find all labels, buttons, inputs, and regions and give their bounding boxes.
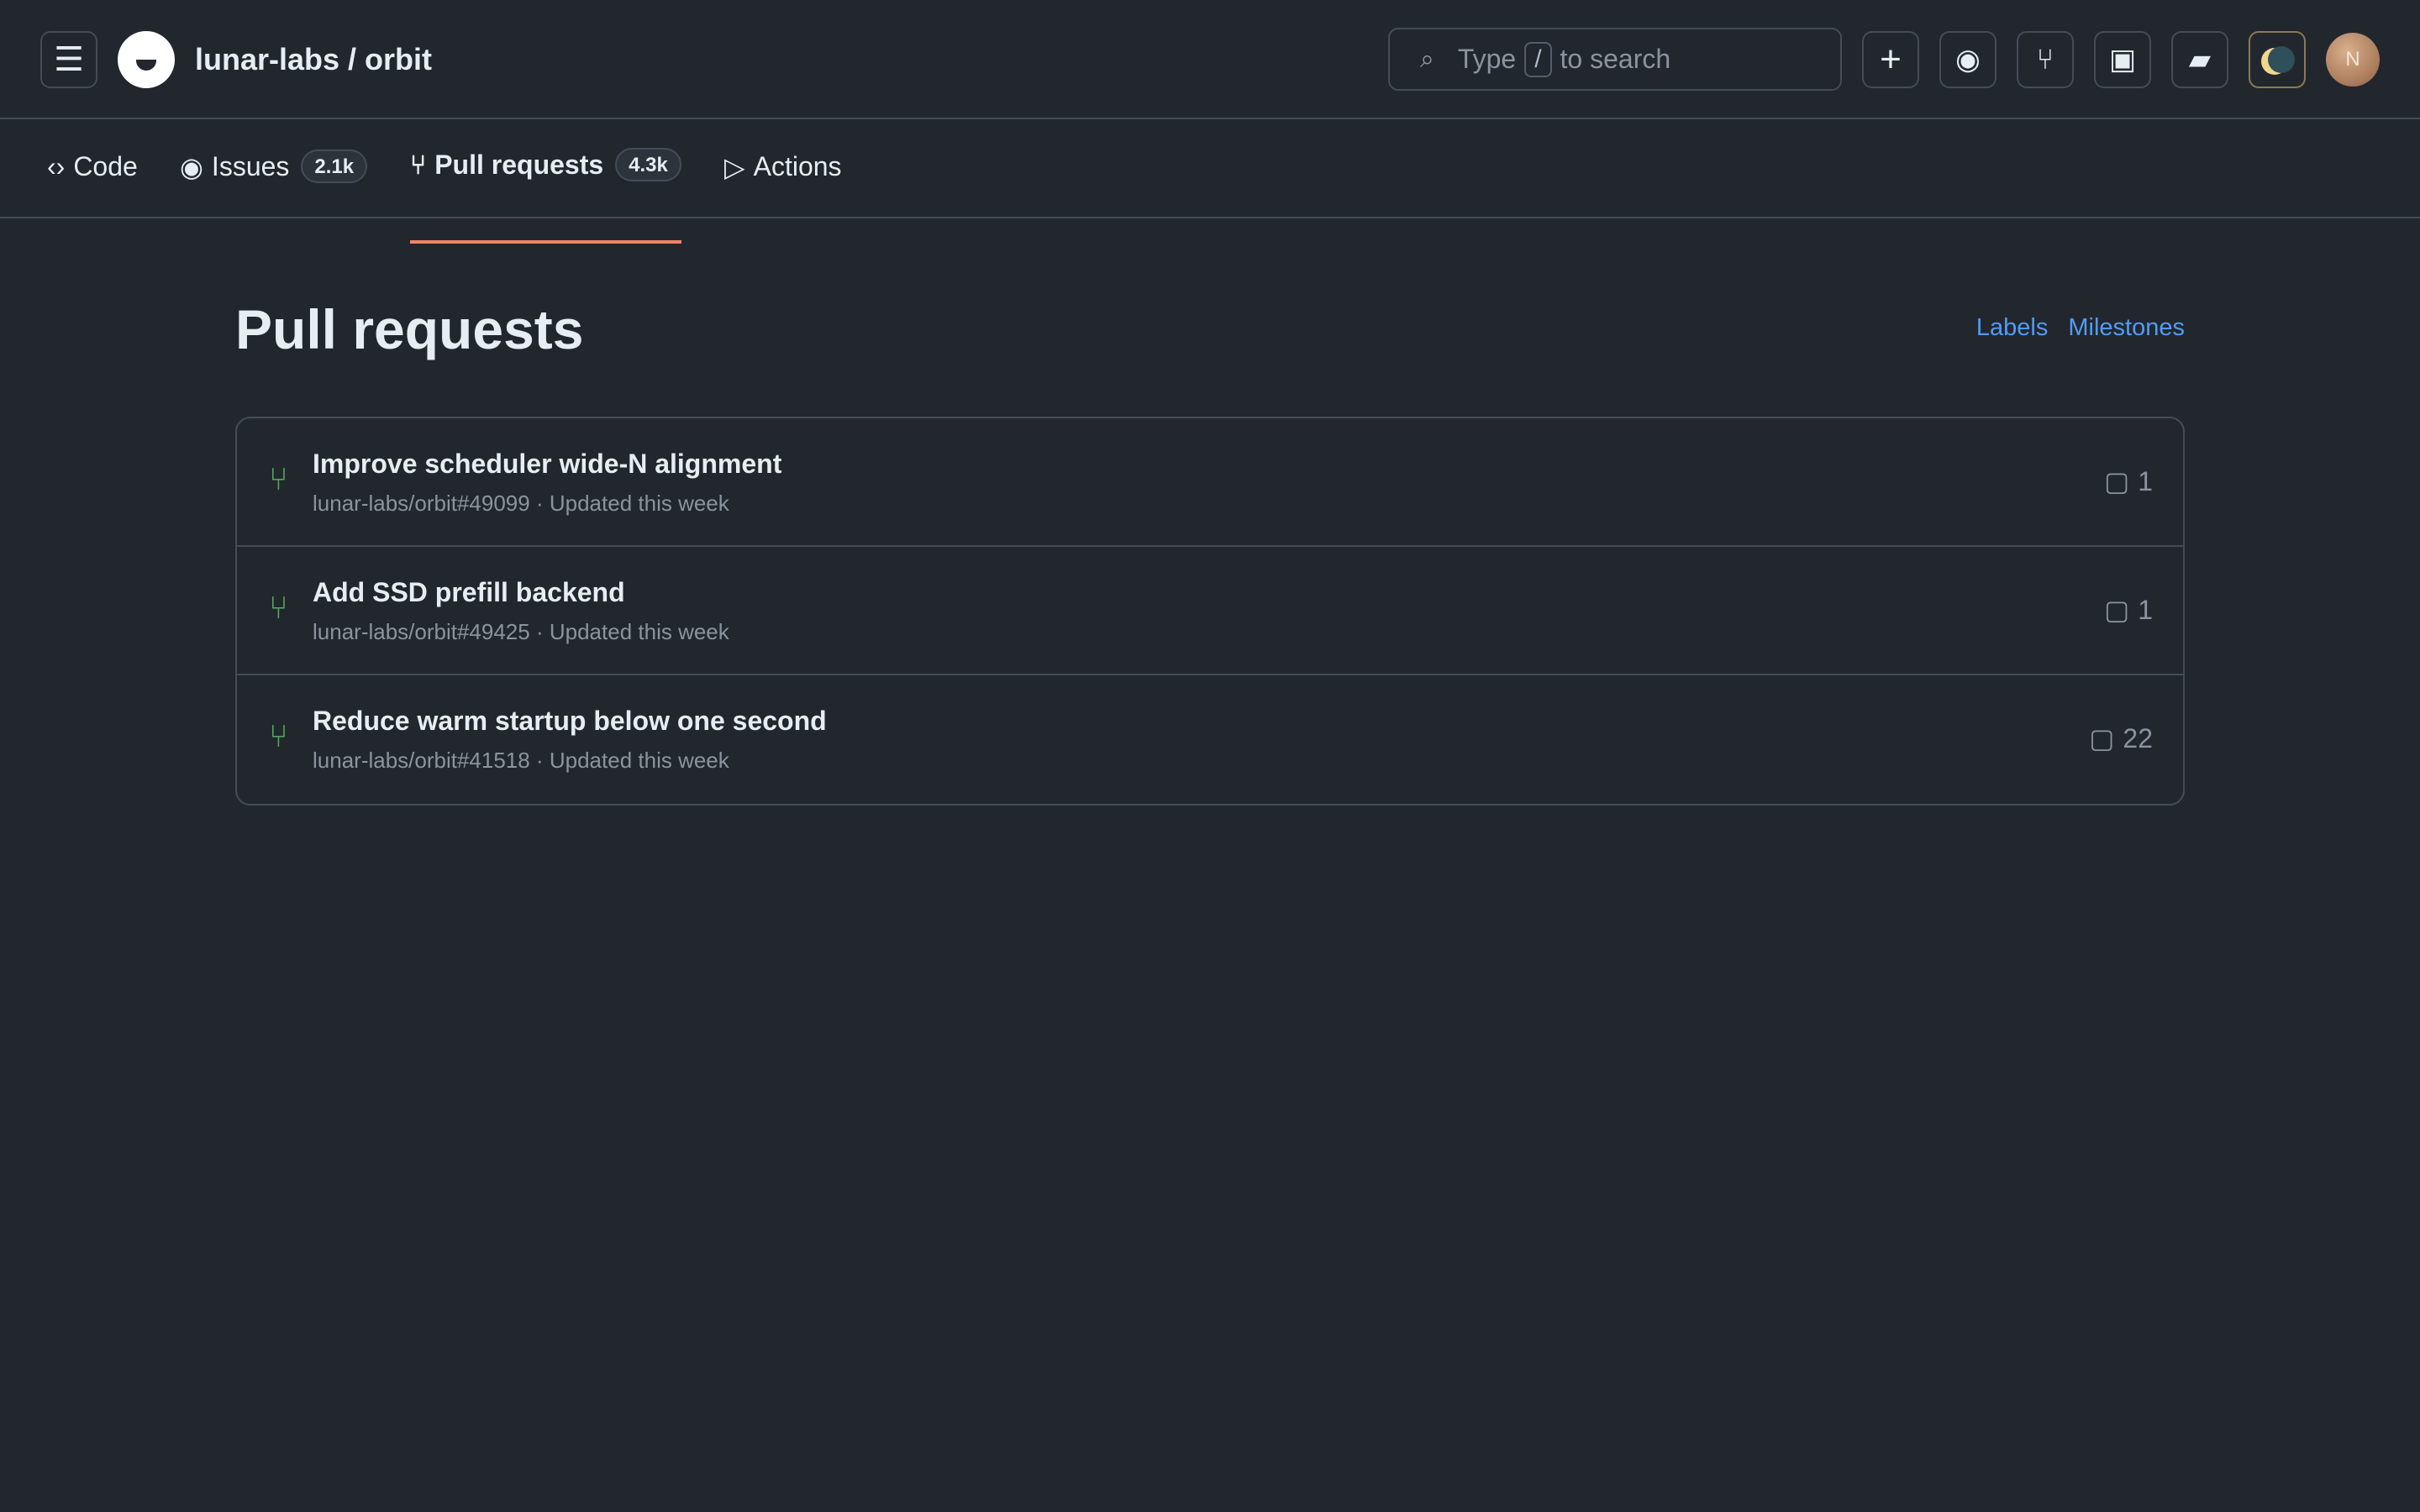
tab-issues-label: Issues xyxy=(211,151,290,181)
search-suffix: to search xyxy=(1560,44,1671,74)
meta-separator: · xyxy=(535,619,550,644)
copilot-button[interactable]: ▣ xyxy=(2094,31,2151,88)
tab-actions[interactable]: ▷ Actions xyxy=(724,151,842,218)
pull-request-open-icon: ⑂ xyxy=(269,591,288,626)
pull-requests-counter: 4.3k xyxy=(615,148,681,181)
comment-count-value: 1 xyxy=(2138,594,2153,625)
copilot-icon: ▣ xyxy=(2108,44,2137,76)
meta-separator: · xyxy=(535,491,550,516)
pull-request-title[interactable]: Add SSD prefill backend xyxy=(313,577,625,608)
create-new-button[interactable]: + xyxy=(1862,31,1919,88)
moon-icon xyxy=(2268,46,2295,73)
code-icon: ‹› xyxy=(47,151,66,181)
site-logo[interactable] xyxy=(118,31,175,88)
app-header: ☰ lunar-labs / orbit ⌕ Type / to search … xyxy=(0,0,2420,119)
pull-request-meta: lunar-labs/orbit#49425 · Updated this we… xyxy=(313,619,729,645)
pull-request-ref: lunar-labs/orbit#41518 xyxy=(313,748,530,773)
pull-request-meta: lunar-labs/orbit#41518 · Updated this we… xyxy=(313,748,729,774)
user-avatar[interactable]: N xyxy=(2326,33,2380,87)
pull-request-row[interactable]: ⑂ Reduce warm startup below one second l… xyxy=(237,675,2183,804)
tab-pull-requests[interactable]: ⑂ Pull requests 4.3k xyxy=(410,148,681,244)
tab-pull-requests-label: Pull requests xyxy=(434,150,604,180)
issues-button[interactable]: ◉ xyxy=(1939,31,1996,88)
comment-count[interactable]: ▢ 22 xyxy=(2089,722,2153,754)
comment-count[interactable]: ▢ 1 xyxy=(2104,594,2153,626)
pull-request-ref: lunar-labs/orbit#49425 xyxy=(313,619,530,644)
issue-icon: ◉ xyxy=(1955,44,1981,76)
labels-link[interactable]: Labels xyxy=(1976,314,2048,342)
comment-icon: ▢ xyxy=(2103,466,2130,496)
issue-icon: ◉ xyxy=(180,152,203,182)
pull-request-updated: Updated this week xyxy=(549,491,729,516)
hamburger-icon: ☰ xyxy=(54,41,84,78)
inbox-button[interactable]: ▰ xyxy=(2171,31,2228,88)
pull-request-row[interactable]: ⑂ Improve scheduler wide-N alignment lun… xyxy=(237,418,2183,547)
issues-counter: 2.1k xyxy=(301,150,368,183)
inbox-icon: ▰ xyxy=(2188,44,2212,76)
page-title: Pull requests xyxy=(235,298,584,360)
pull-request-title[interactable]: Reduce warm startup below one second xyxy=(313,706,827,737)
pull-request-open-icon: ⑂ xyxy=(269,719,288,754)
search-shortcut-key: / xyxy=(1524,41,1552,77)
pull-requests-button[interactable]: ⑂ xyxy=(2017,31,2074,88)
search-icon: ⌕ xyxy=(1420,45,1434,73)
play-icon: ▷ xyxy=(724,152,745,182)
logo-mark xyxy=(136,60,156,71)
menu-button[interactable]: ☰ xyxy=(40,31,97,88)
meta-separator: · xyxy=(535,748,550,773)
plus-icon: + xyxy=(1880,39,1902,80)
comment-icon: ▢ xyxy=(2103,595,2130,625)
tab-issues[interactable]: ◉ Issues 2.1k xyxy=(180,150,368,218)
pull-request-icon: ⑂ xyxy=(410,150,427,180)
pull-request-title[interactable]: Improve scheduler wide-N alignment xyxy=(313,449,781,480)
top-links: Labels Milestones xyxy=(1976,314,2185,342)
pull-request-icon: ⑂ xyxy=(2036,43,2054,76)
comment-count-value: 1 xyxy=(2138,465,2153,496)
milestones-link[interactable]: Milestones xyxy=(2068,314,2185,342)
comment-count[interactable]: ▢ 1 xyxy=(2104,465,2153,497)
pull-request-ref: lunar-labs/orbit#49099 xyxy=(313,491,530,516)
pull-request-updated: Updated this week xyxy=(549,748,729,773)
repo-nav: ‹› Code ◉ Issues 2.1k ⑂ Pull requests 4.… xyxy=(0,121,2420,244)
pull-request-meta: lunar-labs/orbit#49099 · Updated this we… xyxy=(313,491,729,517)
search-input[interactable]: ⌕ Type / to search xyxy=(1388,28,1842,91)
avatar-initial: N xyxy=(2345,48,2360,71)
tab-code-label: Code xyxy=(73,151,138,181)
repo-title[interactable]: lunar-labs / orbit xyxy=(195,42,432,77)
pull-request-list: ⑂ Improve scheduler wide-N alignment lun… xyxy=(235,417,2185,806)
tab-code[interactable]: ‹› Code xyxy=(47,151,138,218)
tab-actions-label: Actions xyxy=(753,151,842,181)
theme-toggle-button[interactable] xyxy=(2249,31,2306,88)
pull-request-open-icon: ⑂ xyxy=(269,462,288,497)
comment-count-value: 22 xyxy=(2123,722,2153,753)
comment-icon: ▢ xyxy=(2089,723,2115,753)
pull-request-row[interactable]: ⑂ Add SSD prefill backend lunar-labs/orb… xyxy=(237,547,2183,675)
pull-request-updated: Updated this week xyxy=(549,619,729,644)
search-prefix: Type xyxy=(1457,44,1517,74)
